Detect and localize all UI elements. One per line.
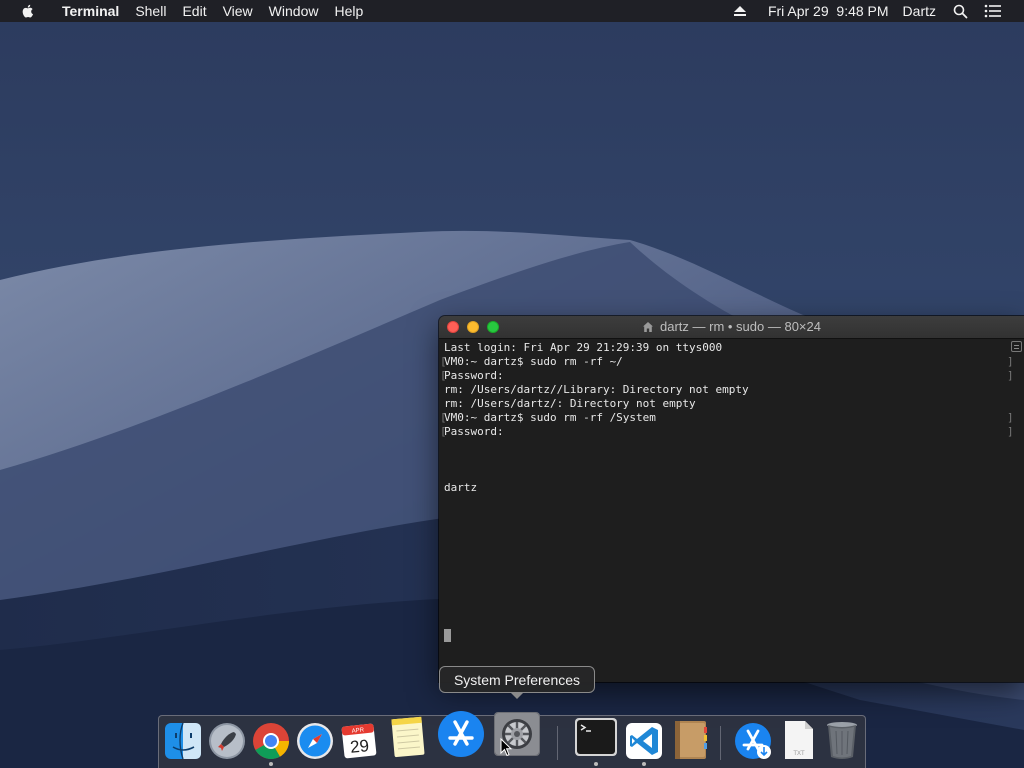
terminal-content[interactable]: Last login: Fri Apr 29 21:29:39 on ttys0…: [439, 339, 1024, 682]
tooltip-tail: [510, 692, 524, 699]
menu-window[interactable]: Window: [261, 0, 327, 22]
terminal-line: Last login: Fri Apr 29 21:29:39 on ttys0…: [444, 341, 723, 354]
dock-separator: [557, 726, 558, 760]
launchpad-icon[interactable]: [207, 721, 247, 761]
menubar-clock[interactable]: Fri Apr 29 9:48 PM: [761, 0, 896, 22]
app-store-download-icon[interactable]: [733, 721, 773, 761]
terminal-line: dartz: [444, 481, 478, 494]
trash-icon[interactable]: [822, 719, 862, 759]
finder-icon[interactable]: [163, 721, 203, 761]
notes-icon[interactable]: [388, 715, 428, 758]
calendar-icon[interactable]: APR 29: [339, 721, 379, 761]
calendar-day: 29: [349, 736, 370, 757]
running-indicator: [594, 762, 598, 766]
contacts-icon[interactable]: [670, 719, 710, 759]
terminal-titlebar[interactable]: dartz — rm • sudo — 80×24: [439, 316, 1024, 339]
text-file-icon[interactable]: TXT: [778, 719, 818, 759]
terminal-line: [VM0:~ dartz$ sudo rm -rf ~/]: [440, 355, 1014, 368]
mouse-pointer-icon: [500, 738, 512, 757]
terminal-line: rm: /Users/dartz/: Directory not empty: [444, 397, 696, 410]
running-indicator: [642, 762, 646, 766]
menu-help[interactable]: Help: [326, 0, 371, 22]
terminal-line: [Password:]: [440, 425, 1014, 438]
safari-icon[interactable]: [295, 721, 335, 761]
menu-shell[interactable]: Shell: [127, 0, 174, 22]
dock-separator: [720, 726, 721, 760]
menu-view[interactable]: View: [215, 0, 261, 22]
vscode-icon[interactable]: [624, 721, 664, 761]
terminal-line: rm: /Users/dartz//Library: Directory not…: [444, 383, 749, 396]
terminal-window[interactable]: dartz — rm • sudo — 80×24 Last login: Fr…: [439, 316, 1024, 682]
app-store-icon[interactable]: [437, 710, 485, 758]
notification-center-icon[interactable]: [984, 4, 1002, 18]
eject-icon[interactable]: [733, 5, 747, 17]
menu-app-name[interactable]: Terminal: [54, 0, 127, 22]
terminal-title: dartz — rm • sudo — 80×24: [660, 319, 821, 334]
menu-bar: Terminal Shell Edit View Window Help Fri…: [0, 0, 1024, 22]
terminal-line: [VM0:~ dartz$ sudo rm -rf /System]: [440, 411, 1014, 424]
spotlight-search-icon[interactable]: [953, 4, 968, 19]
file-extension-label: TXT: [793, 751, 805, 757]
dock-tooltip: System Preferences: [439, 666, 595, 693]
menubar-user[interactable]: Dartz: [896, 0, 943, 22]
home-folder-icon: [643, 322, 653, 332]
running-indicator: [269, 762, 273, 766]
menu-edit[interactable]: Edit: [174, 0, 214, 22]
terminal-icon[interactable]: [574, 717, 618, 757]
apple-menu-icon[interactable]: [20, 3, 36, 19]
chrome-icon[interactable]: [251, 721, 291, 761]
terminal-line: [Password:]: [440, 369, 1014, 382]
terminal-cursor: [444, 629, 451, 642]
